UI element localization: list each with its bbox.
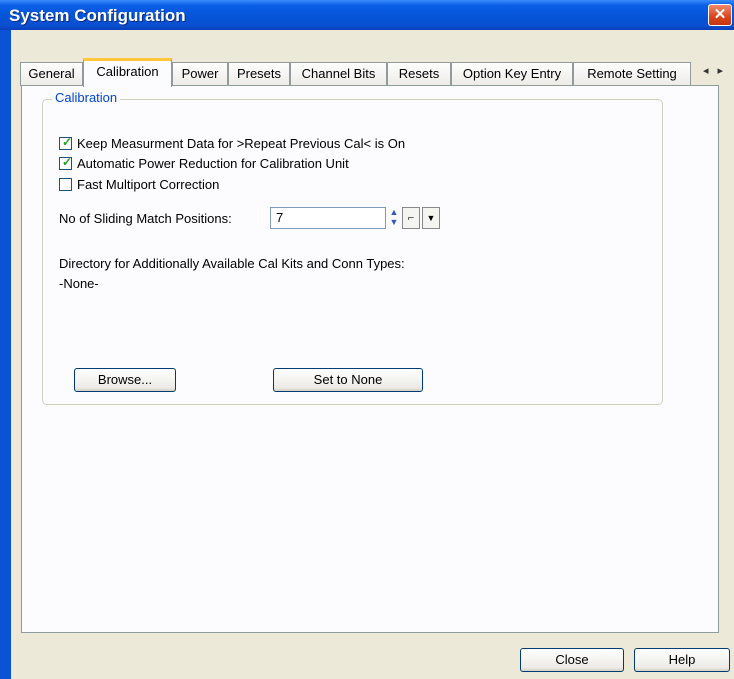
tab-presets[interactable]: Presets xyxy=(228,62,290,86)
fast-multiport-label: Fast Multiport Correction xyxy=(77,176,220,192)
sliding-match-label: No of Sliding Match Positions: xyxy=(59,211,232,226)
step-icon[interactable]: ⌐ xyxy=(402,207,420,229)
set-to-none-button[interactable]: Set to None xyxy=(273,368,423,392)
tab-resets[interactable]: Resets xyxy=(387,62,451,86)
tab-option-key-entry[interactable]: Option Key Entry xyxy=(451,62,573,86)
fast-multiport-checkbox-row[interactable]: Fast Multiport Correction xyxy=(59,176,219,192)
tab-calibration[interactable]: Calibration xyxy=(83,58,172,87)
tab-scroll-right-icon[interactable]: ▸ xyxy=(718,65,724,77)
auto-power-reduction-checkbox[interactable]: ✓ xyxy=(59,154,73,170)
keep-measurement-checkbox-row[interactable]: ✓ Keep Measurment Data for >Repeat Previ… xyxy=(59,135,405,151)
auto-power-reduction-label: Automatic Power Reduction for Calibratio… xyxy=(77,155,349,171)
browse-button[interactable]: Browse... xyxy=(74,368,176,392)
calibration-group-label: Calibration xyxy=(52,90,121,105)
window-frame-inner xyxy=(11,30,14,679)
window-title: System Configuration xyxy=(9,6,186,25)
help-button[interactable]: Help xyxy=(634,648,730,672)
tab-scroll-left-icon[interactable]: ◂ xyxy=(703,65,709,77)
tab-general[interactable]: General xyxy=(20,62,83,86)
keep-measurement-checkbox[interactable]: ✓ xyxy=(59,134,73,150)
dropdown-arrow-icon[interactable]: ▼ xyxy=(422,207,440,229)
auto-power-reduction-checkbox-row[interactable]: ✓ Automatic Power Reduction for Calibrat… xyxy=(59,155,349,171)
title-bar: System Configuration ✕ xyxy=(0,0,734,30)
keep-measurement-label: Keep Measurment Data for >Repeat Previou… xyxy=(77,135,406,151)
directory-value: -None- xyxy=(59,276,99,291)
tab-scroll-buttons: ◂ ▸ xyxy=(697,62,729,80)
spin-arrows-icon[interactable]: ▲ ▼ xyxy=(388,207,400,229)
checkmark-icon: ✓ xyxy=(62,154,73,169)
window-close-button[interactable]: ✕ xyxy=(708,4,732,26)
close-button[interactable]: Close xyxy=(520,648,624,672)
window-frame-left xyxy=(0,30,11,679)
tab-channel-bits[interactable]: Channel Bits xyxy=(290,62,387,86)
sliding-match-input[interactable]: 7 xyxy=(270,207,386,229)
directory-label: Directory for Additionally Available Cal… xyxy=(59,256,405,271)
fast-multiport-checkbox[interactable] xyxy=(59,177,72,191)
tab-power[interactable]: Power xyxy=(172,62,228,86)
tab-remote-settings[interactable]: Remote Setting xyxy=(573,62,691,86)
checkmark-icon: ✓ xyxy=(62,134,73,149)
